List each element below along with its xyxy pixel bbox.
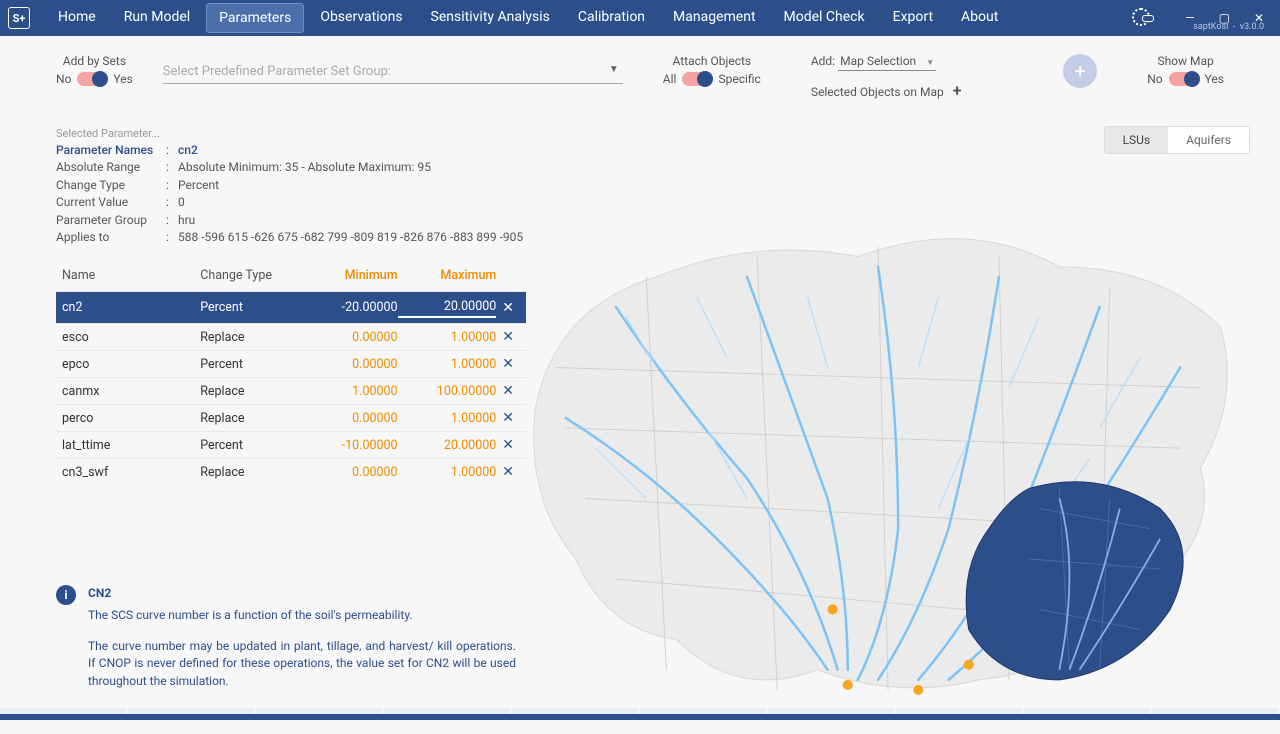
param-set-select[interactable]: Select Predefined Parameter Set Group: ▼ — [163, 60, 623, 84]
showmap-toggle[interactable] — [1169, 72, 1199, 86]
col-changetype[interactable]: Change Type — [200, 268, 299, 283]
footer-bar — [0, 714, 1280, 720]
col-maximum[interactable]: Maximum — [398, 268, 497, 283]
menu-parameters[interactable]: Parameters — [206, 3, 304, 33]
app-logo: S+ — [8, 7, 30, 29]
toolbar: Add by Sets No Yes Select Predefined Par… — [0, 36, 1280, 108]
menu-observations[interactable]: Observations — [308, 3, 414, 33]
add-button[interactable]: + — [1063, 54, 1097, 88]
watershed-map[interactable] — [486, 166, 1270, 730]
menu-home[interactable]: Home — [46, 3, 108, 33]
menu-sensitivity-analysis[interactable]: Sensitivity Analysis — [419, 3, 562, 33]
add-mode-select[interactable]: Map Selection — [838, 54, 936, 71]
project-version: saptKosi - v3.0.0 — [1193, 22, 1264, 32]
main-menubar: S+ HomeRun ModelParametersObservationsSe… — [0, 0, 1280, 36]
gauge-point[interactable] — [964, 660, 974, 670]
tab-aquifers[interactable]: Aquifers — [1168, 127, 1249, 153]
addbysets-toggle[interactable] — [77, 72, 107, 86]
parameter-info: Selected Parameter... Parameter Names:cn… — [56, 126, 526, 246]
gauge-point[interactable] — [843, 680, 853, 690]
table-row[interactable]: cn2Percent-20.0000020.00000✕ — [56, 291, 526, 323]
showmap-label: Show Map — [1147, 54, 1224, 68]
col-name[interactable]: Name — [62, 268, 200, 283]
table-row[interactable]: percoReplace0.000001.00000✕ — [56, 404, 526, 431]
menu-about[interactable]: About — [949, 3, 1010, 33]
menu-calibration[interactable]: Calibration — [566, 3, 657, 33]
chevron-down-icon: ▼ — [609, 64, 619, 75]
info-icon: i — [56, 585, 76, 605]
menu-run-model[interactable]: Run Model — [112, 3, 202, 33]
selected-objects-label: Selected Objects on Map — [811, 85, 944, 99]
addbysets-label: Add by Sets — [56, 54, 133, 68]
table-row[interactable]: cn3_swfReplace0.000001.00000✕ — [56, 458, 526, 485]
gear-icon — [1132, 8, 1150, 26]
parameter-table: Name Change Type Minimum Maximum cn2Perc… — [56, 260, 526, 485]
menu-management[interactable]: Management — [661, 3, 767, 33]
col-minimum[interactable]: Minimum — [299, 268, 398, 283]
table-row[interactable]: epcoPercent0.000001.00000✕ — [56, 350, 526, 377]
settings-toggle[interactable] — [1132, 8, 1150, 30]
map-layer-tabs: LSUs Aquifers — [1104, 126, 1250, 154]
add-object-icon[interactable]: + — [953, 81, 962, 100]
attach-toggle[interactable] — [682, 72, 712, 86]
table-row[interactable]: escoReplace0.000001.00000✕ — [56, 323, 526, 350]
menu-model-check[interactable]: Model Check — [772, 3, 877, 33]
tab-lsus[interactable]: LSUs — [1105, 127, 1169, 153]
attach-label: Attach Objects — [663, 54, 761, 68]
gauge-point[interactable] — [828, 604, 838, 614]
gauge-point[interactable] — [913, 685, 923, 695]
table-row[interactable]: lat_ttimePercent-10.0000020.00000✕ — [56, 431, 526, 458]
menu-export[interactable]: Export — [881, 3, 945, 33]
table-row[interactable]: canmxReplace1.00000100.00000✕ — [56, 377, 526, 404]
parameter-description: CN2 The SCS curve number is a function o… — [88, 585, 516, 690]
